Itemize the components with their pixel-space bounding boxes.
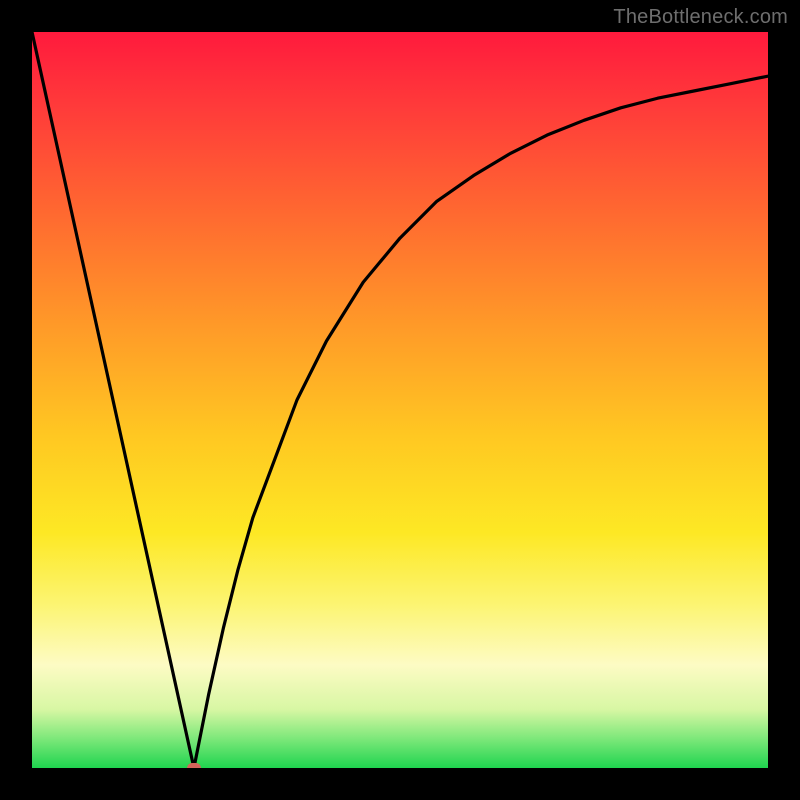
chart-frame: TheBottleneck.com <box>0 0 800 800</box>
attribution-text: TheBottleneck.com <box>613 6 788 29</box>
bottleneck-curve <box>32 32 768 768</box>
minimum-marker <box>187 763 201 768</box>
plot-area <box>32 32 768 768</box>
